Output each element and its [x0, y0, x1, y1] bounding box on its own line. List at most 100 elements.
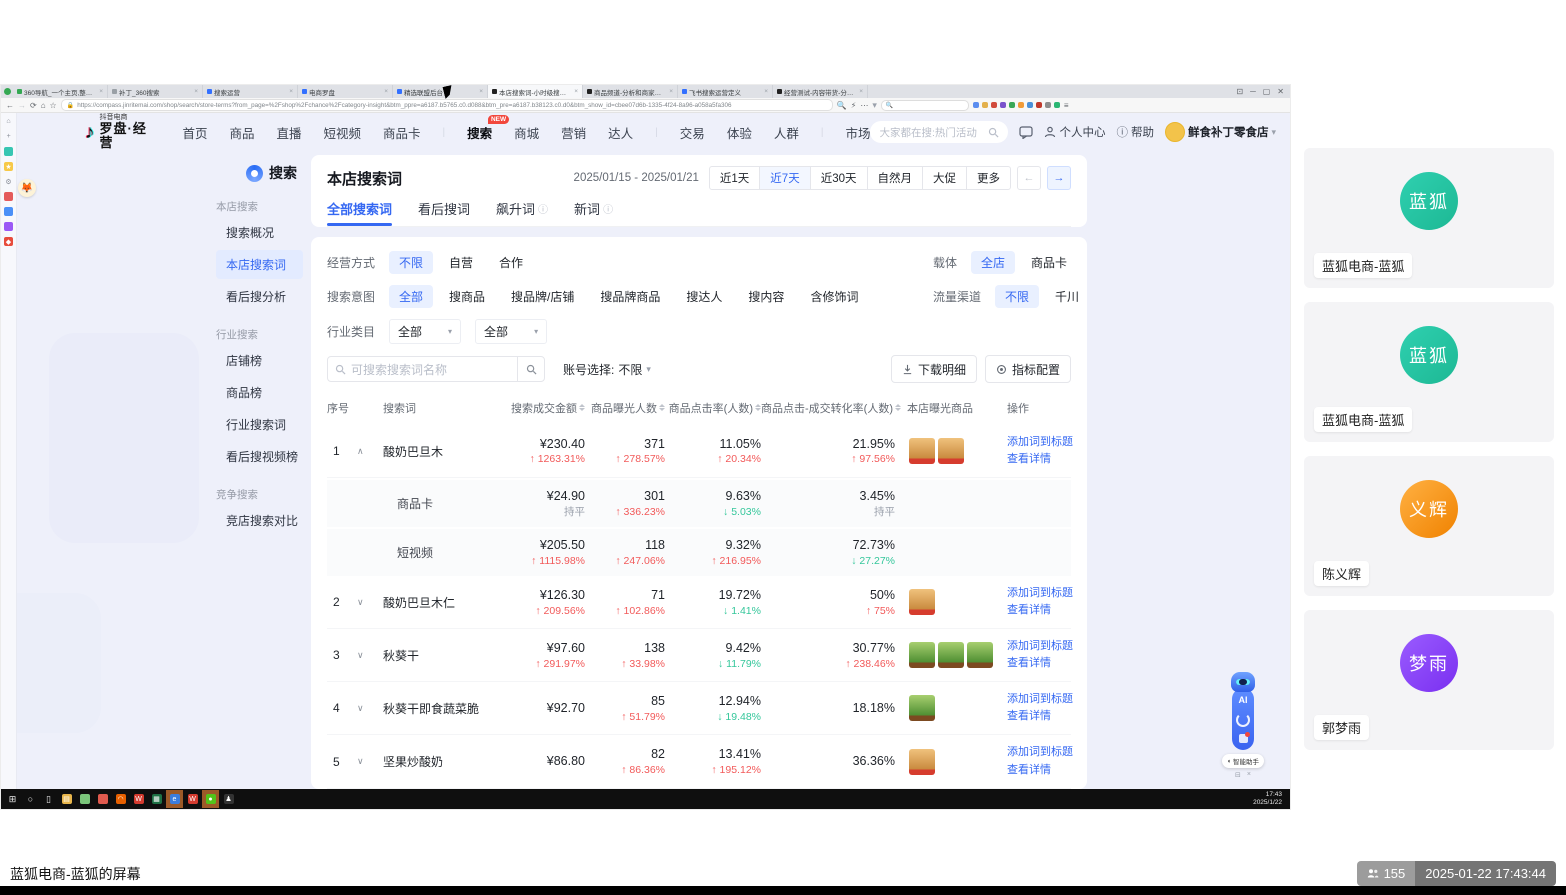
- product-thumbnail[interactable]: [938, 642, 964, 669]
- tab-新词[interactable]: 新词 ⓘ: [574, 199, 613, 226]
- view-detail-link[interactable]: 查看详情: [1007, 762, 1071, 779]
- download-detail-button[interactable]: 下载明细: [890, 355, 977, 383]
- zoom-search-icon[interactable]: 🔍: [837, 101, 847, 110]
- product-thumbnail[interactable]: [909, 438, 935, 465]
- nav-item-体验[interactable]: 体验: [727, 123, 752, 142]
- ai-pill-label[interactable]: ◖ 智能助手: [1222, 754, 1264, 768]
- keyword-search-input[interactable]: 可搜索搜索词名称: [327, 356, 545, 382]
- tab-close-icon[interactable]: ×: [859, 88, 863, 95]
- browser-tab[interactable]: 精选联盟后台 ×: [393, 85, 488, 98]
- ai-assistant-widget[interactable]: AI ◖ 智能助手 ⊟ ×: [1222, 672, 1264, 779]
- extension-icon[interactable]: [1053, 102, 1060, 108]
- extension-icon[interactable]: [1008, 102, 1015, 108]
- date-chip-自然月[interactable]: 自然月: [866, 166, 923, 190]
- expand-toggle-icon[interactable]: ∧: [357, 446, 383, 457]
- browser-tab[interactable]: 经营测试-内容带货-分析商 ×: [773, 85, 868, 98]
- home-icon[interactable]: ⌂: [4, 117, 13, 126]
- extension-icon[interactable]: [1035, 102, 1042, 108]
- add-word-to-title-link[interactable]: 添加词到标题: [1007, 585, 1073, 602]
- extension-icon[interactable]: [999, 102, 1006, 108]
- filter-chip-全店[interactable]: 全店: [971, 251, 1016, 274]
- browser-tab[interactable]: 补丁_360搜索 ×: [108, 85, 203, 98]
- nav-item-直播[interactable]: 直播: [276, 123, 301, 142]
- table-row[interactable]: 4 ∨ 秋葵干即食蔬菜脆 ¥92.70 85 ↑ 51.79% 12.94% ↓ 19.…: [327, 682, 1073, 736]
- browser-tab[interactable]: 商品频道-分析和商家后台 ×: [583, 85, 678, 98]
- tab-close-icon[interactable]: ×: [764, 88, 768, 95]
- tab-close-icon[interactable]: ×: [479, 88, 483, 95]
- notification-icon[interactable]: [1238, 731, 1250, 743]
- column-header[interactable]: 商品点击率(人数): [665, 400, 761, 416]
- table-row[interactable]: 3 ∨ 秋葵干 ¥97.60 ↑ 291.97% 138 ↑ 33.98% 9.42% ↓…: [327, 629, 1073, 683]
- filter-chip-不限[interactable]: 不限: [995, 285, 1040, 308]
- chevron-down-icon[interactable]: ▾: [872, 100, 877, 111]
- app-red-icon[interactable]: [4, 192, 13, 201]
- filter-chip-合作[interactable]: 合作: [489, 251, 533, 274]
- app-red-book-icon[interactable]: [94, 790, 111, 808]
- column-header[interactable]: 商品点击-成交转化率(人数): [761, 400, 901, 416]
- dock-icon[interactable]: ⊟: [1235, 771, 1241, 779]
- app-blue-icon[interactable]: [4, 207, 13, 216]
- filter-chip-含修饰词[interactable]: 含修饰词: [800, 285, 868, 308]
- table-row[interactable]: 5 ∨ 坚果炒酸奶 ¥86.80 82 ↑ 86.36% 13.41% ↑ 195.12…: [327, 735, 1073, 789]
- account-select[interactable]: 账号选择: 不限 ▾: [563, 361, 651, 378]
- filter-chip-自营[interactable]: 自营: [439, 251, 483, 274]
- tab-close-icon[interactable]: ×: [384, 88, 388, 95]
- forward-icon[interactable]: →: [18, 101, 26, 110]
- column-header[interactable]: 商品曝光人数: [585, 400, 665, 416]
- date-chip-更多[interactable]: 更多: [966, 166, 1011, 190]
- expand-toggle-icon[interactable]: ∨: [357, 756, 383, 767]
- date-chip-大促[interactable]: 大促: [922, 166, 967, 190]
- filter-chip-不限[interactable]: 不限: [389, 251, 434, 274]
- filter-chip-直播[interactable]: 直播: [1083, 251, 1087, 274]
- excel-icon[interactable]: ▦: [148, 790, 165, 808]
- product-thumbnail[interactable]: [909, 589, 935, 616]
- filter-chip-搜品牌商品[interactable]: 搜品牌商品: [590, 285, 670, 308]
- browser-tab[interactable]: 飞书搜索运营定义 ×: [678, 85, 773, 98]
- browser-tab[interactable]: 电商罗盘 ×: [298, 85, 393, 98]
- expand-toggle-icon[interactable]: ∨: [357, 703, 383, 714]
- app-dark-icon[interactable]: ♟: [220, 790, 237, 808]
- add-icon[interactable]: +: [4, 132, 13, 141]
- product-thumbnail[interactable]: [909, 695, 935, 722]
- wps-icon[interactable]: W: [130, 790, 147, 808]
- nav-item-市场[interactable]: 市场: [845, 123, 870, 142]
- quick-search-box[interactable]: 🔍: [880, 99, 969, 111]
- product-thumbnail[interactable]: [938, 438, 964, 465]
- expand-toggle-icon[interactable]: ∨: [357, 597, 383, 608]
- refresh-icon[interactable]: ⟳: [30, 101, 37, 110]
- next-period-button[interactable]: →: [1047, 166, 1071, 190]
- tab-close-icon[interactable]: ×: [669, 88, 673, 95]
- participant-card[interactable]: 蓝狐 蓝狐电商-蓝狐: [1304, 302, 1554, 442]
- file-explorer-icon[interactable]: ▤: [58, 790, 75, 808]
- sort-icon[interactable]: [895, 403, 901, 411]
- nav-item-首页[interactable]: 首页: [182, 123, 207, 142]
- tab-close-icon[interactable]: ×: [194, 88, 198, 95]
- product-thumbnail[interactable]: [909, 748, 935, 775]
- extension-icon[interactable]: [990, 102, 997, 108]
- app-green-circle-icon[interactable]: [76, 790, 93, 808]
- nav-item-商品[interactable]: 商品: [229, 123, 254, 142]
- sidebar-item-行业搜索词[interactable]: 行业搜索词: [216, 410, 303, 439]
- task-view-icon[interactable]: ▯: [40, 790, 57, 808]
- sidebar-item-搜索概况[interactable]: 搜索概况: [216, 218, 303, 247]
- table-row[interactable]: 2 ∨ 酸奶巴旦木仁 ¥126.30 ↑ 209.56% 71 ↑ 102.86% 19…: [327, 576, 1073, 630]
- fox-assistant-icon[interactable]: 🦊: [18, 179, 36, 197]
- favorites-icon[interactable]: ★: [4, 162, 13, 171]
- refresh-ring-icon[interactable]: [1236, 712, 1250, 727]
- date-chip-近1天[interactable]: 近1天: [708, 166, 761, 190]
- expand-toggle-icon[interactable]: ∨: [357, 650, 383, 661]
- favorites-panel-icon[interactable]: ⊡: [1236, 87, 1243, 96]
- sidebar-item-竞店搜索对比[interactable]: 竞店搜索对比: [216, 506, 303, 535]
- nav-item-商城[interactable]: 商城: [514, 123, 539, 142]
- nav-item-搜索[interactable]: 搜索 NEW: [467, 114, 510, 142]
- taskbar-clock[interactable]: 17:43 2025/1/22: [1253, 791, 1290, 807]
- add-word-to-title-link[interactable]: 添加词到标题: [1007, 744, 1073, 761]
- start-button[interactable]: ⊞: [4, 790, 21, 808]
- tab-全部搜索词[interactable]: 全部搜索词: [327, 199, 393, 226]
- app-purple-icon[interactable]: [4, 222, 13, 231]
- tab-close-icon[interactable]: ×: [99, 88, 103, 95]
- settings-icon[interactable]: ⚙: [4, 177, 13, 186]
- prev-period-button[interactable]: ←: [1017, 166, 1041, 190]
- games-icon[interactable]: ◆: [4, 237, 13, 246]
- tab-看后搜词[interactable]: 看后搜词: [418, 199, 470, 226]
